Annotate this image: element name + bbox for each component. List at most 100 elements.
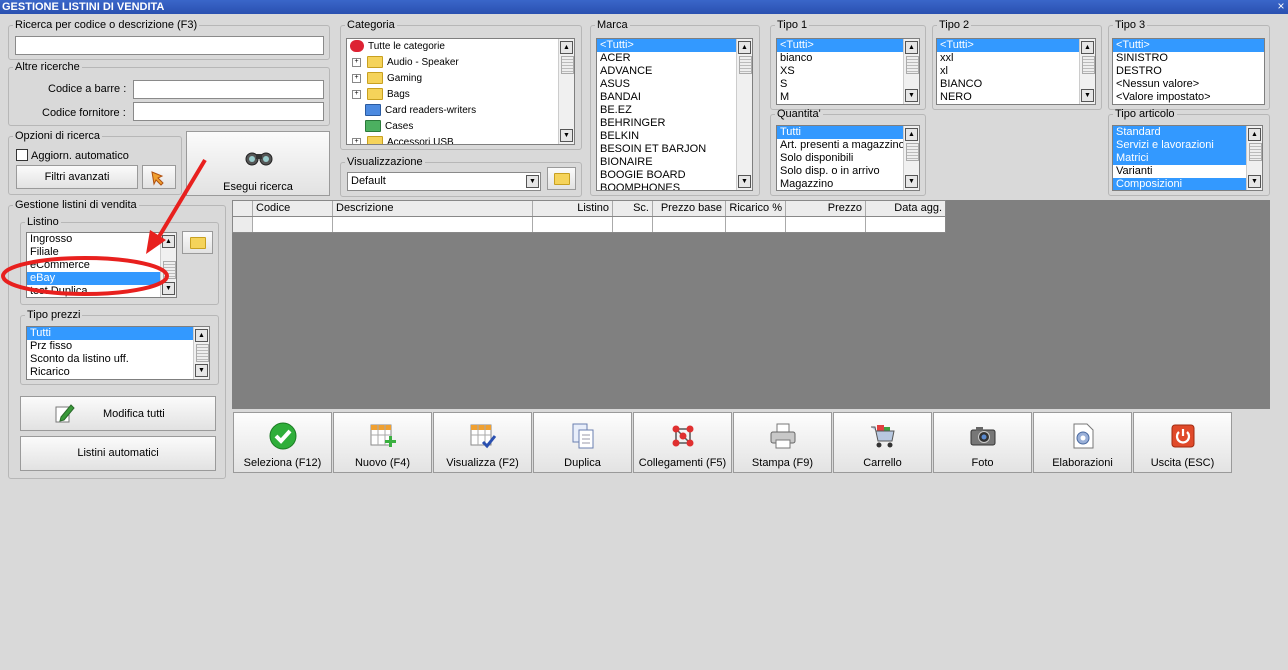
processing-button[interactable]: Elaborazioni	[1033, 412, 1132, 473]
tree-root[interactable]: Tutte le categorie	[347, 39, 574, 55]
table-row[interactable]	[232, 216, 946, 233]
item-type-list[interactable]: Standard Servizi e lavorazioni Matrici V…	[1112, 125, 1263, 191]
list-item[interactable]: bianco	[777, 52, 919, 65]
scroll-thumb[interactable]	[1082, 56, 1095, 74]
list-item[interactable]: BESOIN ET BARJON	[597, 143, 752, 156]
list-item[interactable]: NERO	[937, 91, 1095, 104]
list-item[interactable]: Standard	[1113, 126, 1246, 139]
scroll-down-icon[interactable]: ▼	[195, 364, 208, 377]
list-item[interactable]: Magazzino	[777, 178, 919, 190]
list-item[interactable]: <Valore impostato>	[1113, 91, 1264, 104]
list-item[interactable]: <Tutti>	[597, 39, 736, 52]
scroll-thumb[interactable]	[1249, 143, 1262, 161]
duplicate-button[interactable]: Duplica	[533, 412, 632, 473]
type1-scrollbar[interactable]: ▲ ▼	[903, 39, 919, 104]
scroll-down-icon[interactable]: ▼	[738, 175, 751, 188]
category-scrollbar[interactable]: ▲ ▼	[558, 39, 574, 144]
type2-list[interactable]: <Tutti> xxl xl BIANCO NERO ▲ ▼	[936, 38, 1096, 105]
supplier-code-input[interactable]	[133, 102, 324, 121]
scroll-down-icon[interactable]: ▼	[560, 129, 573, 142]
tree-item[interactable]: Card readers-writers	[347, 103, 574, 119]
list-item[interactable]: <Tutti>	[1113, 39, 1264, 52]
chevron-down-icon[interactable]: ▼	[526, 175, 539, 188]
list-item[interactable]: Servizi e lavorazioni	[1113, 139, 1246, 152]
scroll-down-icon[interactable]: ▼	[905, 89, 918, 102]
list-item[interactable]: BE.EZ	[597, 104, 752, 117]
brand-list[interactable]: <Tutti> ACER ADVANCE ASUS BANDAI BE.EZ B…	[596, 38, 753, 191]
table-cell[interactable]	[333, 217, 533, 232]
table-cell[interactable]	[533, 217, 613, 232]
barcode-input[interactable]	[133, 80, 324, 99]
cart-button[interactable]: Carrello	[833, 412, 932, 473]
list-item[interactable]: <Tutti>	[777, 39, 903, 52]
close-button[interactable]: ×	[1274, 0, 1288, 14]
select-button[interactable]: Seleziona (F12)	[233, 412, 332, 473]
list-item[interactable]: BIANCO	[937, 78, 1095, 91]
automatic-lists-button[interactable]: Listini automatici	[20, 436, 216, 471]
list-item[interactable]: Solo disp. o in arrivo	[777, 165, 919, 178]
table-cell[interactable]	[253, 217, 333, 232]
scroll-thumb[interactable]	[906, 143, 919, 161]
list-item[interactable]: Prz fisso	[27, 340, 209, 353]
list-item[interactable]: ADVANCE	[597, 65, 752, 78]
table-cell[interactable]	[726, 217, 786, 232]
table-cell[interactable]	[786, 217, 866, 232]
column-header[interactable]: Descrizione	[333, 201, 533, 216]
scroll-up-icon[interactable]: ▲	[905, 41, 918, 54]
scroll-thumb[interactable]	[739, 56, 752, 74]
column-header[interactable]: Prezzo base	[653, 201, 726, 216]
view-select[interactable]: Default ▼	[347, 172, 541, 191]
list-item[interactable]: BIONAIRE	[597, 156, 752, 169]
tree-item[interactable]: + Accessori USB	[347, 135, 574, 144]
list-item[interactable]: BOOMPHONES	[597, 182, 752, 190]
brand-scrollbar[interactable]: ▲ ▼	[736, 39, 752, 190]
table-cell[interactable]	[613, 217, 653, 232]
price-type-list[interactable]: Tutti Prz fisso Sconto da listino uff. R…	[26, 326, 210, 380]
list-item[interactable]: xxl	[937, 52, 1095, 65]
scroll-up-icon[interactable]: ▲	[195, 329, 208, 342]
scroll-down-icon[interactable]: ▼	[1081, 89, 1094, 102]
type1-list[interactable]: <Tutti> bianco XS S M ▲ ▼	[776, 38, 920, 105]
scroll-thumb[interactable]	[906, 56, 919, 74]
table-cell[interactable]	[866, 217, 945, 232]
scroll-up-icon[interactable]: ▲	[738, 41, 751, 54]
view-folder-button[interactable]	[547, 167, 576, 190]
column-header[interactable]: Ricarico %	[726, 201, 786, 216]
photo-button[interactable]: Foto	[933, 412, 1032, 473]
list-item[interactable]: Ricarico	[27, 366, 209, 379]
list-item[interactable]: Tutti	[777, 126, 903, 139]
list-item[interactable]: Solo disponibili	[777, 152, 919, 165]
list-item[interactable]: Matrici	[1113, 152, 1246, 165]
list-item[interactable]: Sconto da listino uff.	[27, 353, 209, 366]
tree-item[interactable]: + Gaming	[347, 71, 574, 87]
column-header[interactable]: Data agg.	[866, 201, 945, 216]
item-type-scrollbar[interactable]: ▲ ▼	[1246, 126, 1262, 190]
view-button[interactable]: Visualizza (F2)	[433, 412, 532, 473]
type2-scrollbar[interactable]: ▲ ▼	[1079, 39, 1095, 104]
list-item[interactable]: Composizioni	[1113, 178, 1246, 190]
table-cell[interactable]	[653, 217, 726, 232]
links-button[interactable]: Collegamenti (F5)	[633, 412, 732, 473]
tree-item[interactable]: + Bags	[347, 87, 574, 103]
column-header[interactable]: Prezzo	[786, 201, 866, 216]
quantity-list[interactable]: Tutti Art. presenti a magazzino Solo dis…	[776, 125, 920, 191]
column-header[interactable]: Sc.	[613, 201, 653, 216]
list-item[interactable]: BELKIN	[597, 130, 752, 143]
list-item[interactable]: DESTRO	[1113, 65, 1264, 78]
type3-list[interactable]: <Tutti> SINISTRO DESTRO <Nessun valore> …	[1112, 38, 1265, 105]
scroll-down-icon[interactable]: ▼	[1248, 175, 1261, 188]
scroll-down-icon[interactable]: ▼	[905, 175, 918, 188]
list-item[interactable]: xl	[937, 65, 1095, 78]
list-item[interactable]: BEHRINGER	[597, 117, 752, 130]
scroll-up-icon[interactable]: ▲	[905, 128, 918, 141]
list-item[interactable]: <Tutti>	[937, 39, 1079, 52]
quantity-scrollbar[interactable]: ▲ ▼	[903, 126, 919, 190]
list-item[interactable]: Varianti	[1113, 165, 1262, 178]
edit-all-button[interactable]: Modifica tutti	[20, 396, 216, 431]
list-item[interactable]: Art. presenti a magazzino	[777, 139, 919, 152]
search-input[interactable]	[15, 36, 324, 55]
scroll-up-icon[interactable]: ▲	[1248, 128, 1261, 141]
column-header[interactable]: Listino	[533, 201, 613, 216]
list-item[interactable]: Tutti	[27, 327, 193, 340]
exit-button[interactable]: Uscita (ESC)	[1133, 412, 1232, 473]
